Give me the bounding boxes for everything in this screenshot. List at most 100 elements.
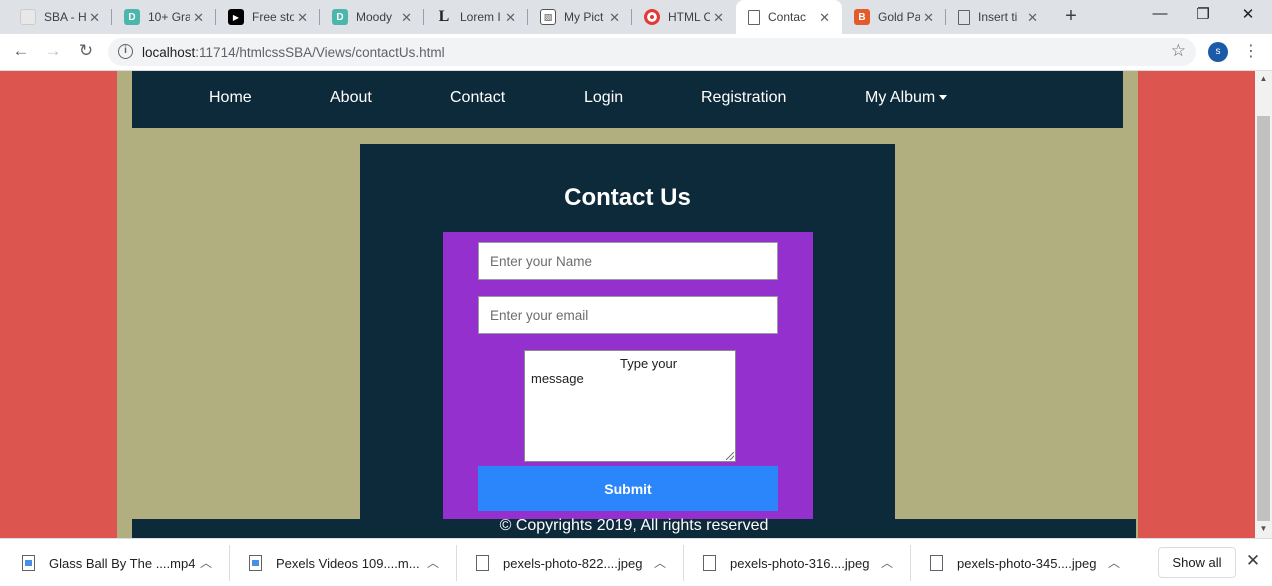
- chevron-up-icon[interactable]: ︿: [200, 554, 212, 571]
- chevron-up-icon[interactable]: ︿: [654, 554, 666, 571]
- tab-3[interactable]: ▶ Free sto ✕: [216, 0, 320, 34]
- tab-9[interactable]: B Gold Pa ✕: [842, 0, 946, 34]
- close-tab-icon[interactable]: ✕: [923, 10, 934, 26]
- message-textarea[interactable]: Type your message: [524, 350, 736, 462]
- p-letter-icon: D: [332, 9, 348, 25]
- scroll-up-icon[interactable]: ▲: [1255, 74, 1272, 83]
- download-filename: pexels-photo-316....jpeg: [730, 556, 870, 571]
- download-item[interactable]: Glass Ball By The ....mp4 ︿: [0, 539, 230, 586]
- close-tab-icon[interactable]: ✕: [609, 10, 620, 26]
- browser-menu-icon[interactable]: ⋮: [1243, 41, 1259, 61]
- nav-about[interactable]: About: [330, 89, 372, 107]
- scroll-down-icon[interactable]: ▼: [1255, 524, 1272, 533]
- chevron-up-icon[interactable]: ︿: [1108, 554, 1120, 571]
- image-icon: ▧: [540, 9, 556, 25]
- info-icon[interactable]: i: [118, 44, 133, 59]
- document-icon: [958, 9, 970, 25]
- tab-4[interactable]: D Moody ✕: [320, 0, 424, 34]
- close-tab-icon[interactable]: ✕: [297, 10, 308, 26]
- nav-login[interactable]: Login: [584, 89, 623, 107]
- tab-title: HTML C: [668, 10, 710, 24]
- vertical-scrollbar[interactable]: ▲ ▼: [1255, 71, 1272, 538]
- close-tab-icon[interactable]: ✕: [401, 10, 412, 26]
- contact-panel: Contact Us Enter your Name Enter your em…: [360, 144, 895, 538]
- close-tab-icon[interactable]: ✕: [193, 10, 204, 26]
- new-tab-button[interactable]: +: [1060, 5, 1082, 28]
- email-input[interactable]: Enter your email: [478, 296, 778, 334]
- chevron-up-icon[interactable]: ︿: [881, 554, 893, 571]
- image-file-icon: [930, 555, 943, 571]
- p-letter-icon: D: [124, 9, 140, 25]
- image-file-icon: [703, 555, 716, 571]
- close-tab-icon[interactable]: ✕: [1027, 10, 1038, 26]
- tab-5[interactable]: L Lorem I ✕: [424, 0, 528, 34]
- submit-button[interactable]: Submit: [478, 466, 778, 511]
- resize-handle-icon[interactable]: [726, 452, 734, 460]
- show-all-button[interactable]: Show all: [1158, 547, 1236, 578]
- nav-my-album[interactable]: My Album: [865, 89, 948, 107]
- tab-10[interactable]: Insert ti ✕: [946, 0, 1050, 34]
- download-item[interactable]: pexels-photo-316....jpeg ︿: [681, 539, 911, 586]
- browser-toolbar: ← → ↻ i localhost:11714/htmlcssSBA/Views…: [0, 34, 1272, 71]
- profile-avatar[interactable]: s: [1208, 42, 1228, 62]
- nav-contact[interactable]: Contact: [450, 89, 505, 107]
- tab-title: My Pict: [564, 10, 604, 24]
- tab-strip: SBA - H ✕ D 10+ Gra ✕ ▶ Free sto ✕ D Moo…: [0, 0, 1272, 34]
- close-tab-icon[interactable]: ✕: [505, 10, 516, 26]
- video-file-icon: [22, 555, 35, 571]
- caret-down-icon: [939, 95, 948, 101]
- nav-registration[interactable]: Registration: [701, 89, 786, 107]
- download-filename: Pexels Videos 109....m...: [276, 556, 420, 571]
- tab-title: Gold Pa: [878, 10, 920, 24]
- tab-title: SBA - H: [44, 10, 86, 24]
- download-item[interactable]: pexels-photo-345....jpeg ︿: [908, 539, 1128, 586]
- message-line-2: message: [531, 371, 584, 386]
- page-wrapper: Home About Contact Login Registration My…: [117, 71, 1138, 538]
- close-shelf-icon[interactable]: ✕: [1245, 551, 1261, 571]
- bookmark-star-icon[interactable]: ☆: [1171, 41, 1186, 61]
- document-icon: [748, 9, 760, 25]
- close-tab-icon[interactable]: ✕: [713, 10, 724, 26]
- tab-title: Insert ti: [978, 10, 1018, 24]
- download-filename: Glass Ball By The ....mp4: [49, 556, 196, 571]
- url-path: :11714/htmlcssSBA/Views/contactUs.html: [195, 45, 445, 60]
- tab-title: Contac: [768, 10, 807, 24]
- footer-text: © Copyrights 2019, All rights reserved: [499, 517, 769, 534]
- tab-title: 10+ Gra: [148, 10, 190, 24]
- name-input[interactable]: Enter your Name: [478, 242, 778, 280]
- page-thumb-icon: [20, 9, 36, 25]
- nav-home[interactable]: Home: [209, 89, 252, 107]
- message-line-1: Type your: [620, 356, 678, 371]
- url-text[interactable]: localhost:11714/htmlcssSBA/Views/contact…: [142, 45, 445, 60]
- page-title: Contact Us: [564, 184, 691, 211]
- tab-8-active[interactable]: Contac ✕: [736, 0, 842, 34]
- download-item[interactable]: pexels-photo-822....jpeg ︿: [454, 539, 684, 586]
- page-viewport: Home About Contact Login Registration My…: [0, 71, 1255, 538]
- contact-form: Enter your Name Enter your email Type yo…: [443, 232, 813, 519]
- close-tab-icon[interactable]: ✕: [819, 10, 830, 26]
- tab-title: Free sto: [252, 10, 294, 24]
- play-icon: ▶: [228, 9, 244, 25]
- restore-button[interactable]: ❐: [1193, 5, 1213, 23]
- tab-6[interactable]: ▧ My Pict ✕: [528, 0, 632, 34]
- download-filename: pexels-photo-822....jpeg: [503, 556, 643, 571]
- download-item[interactable]: Pexels Videos 109....m... ︿: [227, 539, 457, 586]
- tab-title: Moody: [356, 10, 393, 24]
- site-navbar: Home About Contact Login Registration My…: [132, 71, 1123, 128]
- close-tab-icon[interactable]: ✕: [89, 10, 100, 26]
- reload-button[interactable]: ↻: [75, 41, 97, 61]
- l-letter-icon: L: [438, 8, 450, 25]
- forward-button[interactable]: →: [42, 41, 64, 61]
- site-footer: © Copyrights 2019, All rights reserved: [132, 517, 1136, 538]
- tab-1[interactable]: SBA - H ✕: [8, 0, 112, 34]
- minimize-button[interactable]: —: [1150, 5, 1170, 22]
- opera-icon: [644, 9, 660, 25]
- tab-7[interactable]: HTML C ✕: [632, 0, 736, 34]
- scrollbar-thumb[interactable]: [1257, 116, 1270, 521]
- window-close-button[interactable]: ✕: [1238, 5, 1258, 23]
- address-bar[interactable]: i localhost:11714/htmlcssSBA/Views/conta…: [108, 38, 1196, 66]
- chevron-up-icon[interactable]: ︿: [427, 554, 439, 571]
- tab-2[interactable]: D 10+ Gra ✕: [112, 0, 216, 34]
- back-button[interactable]: ←: [10, 41, 32, 61]
- tab-title: Lorem I: [460, 10, 501, 24]
